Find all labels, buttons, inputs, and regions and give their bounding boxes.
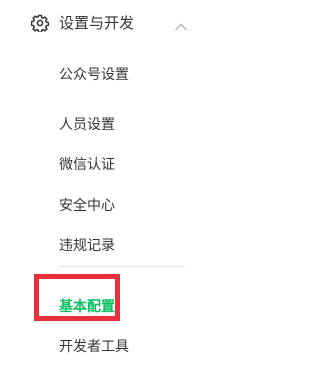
menu-item-developer-tools[interactable]: 开发者工具 bbox=[0, 327, 217, 367]
menu-item-label: 基本配置 bbox=[59, 299, 115, 315]
menu-item-label: 违规记录 bbox=[59, 238, 115, 254]
menu-item-label: 安全中心 bbox=[59, 198, 115, 214]
menu-item-wechat-verification[interactable]: 微信认证 bbox=[0, 145, 217, 185]
menu-item-security-center[interactable]: 安全中心 bbox=[0, 186, 217, 226]
menu-item-personnel-settings[interactable]: 人员设置 bbox=[0, 105, 217, 145]
chevron-up-icon[interactable] bbox=[174, 17, 188, 31]
menu-item-label: 公众号设置 bbox=[59, 67, 129, 83]
menu-item-violation-records[interactable]: 违规记录 bbox=[0, 226, 217, 266]
menu-divider bbox=[59, 266, 185, 267]
menu-item-label: 人员设置 bbox=[59, 117, 115, 133]
gear-icon bbox=[30, 14, 50, 34]
menu-item-official-account-settings[interactable]: 公众号设置 bbox=[0, 55, 217, 95]
section-header-settings-and-development[interactable]: 设置与开发 bbox=[0, 0, 217, 48]
menu-item-label: 开发者工具 bbox=[59, 339, 129, 355]
menu-item-basic-configuration[interactable]: 基本配置 bbox=[0, 287, 217, 327]
section-title: 设置与开发 bbox=[59, 14, 135, 32]
sidebar-menu: 设置与开发 公众号设置 人员设置 微信认证 安全中心 违规记录 基本配置 开发者… bbox=[0, 0, 217, 370]
menu-item-label: 微信认证 bbox=[59, 157, 115, 173]
